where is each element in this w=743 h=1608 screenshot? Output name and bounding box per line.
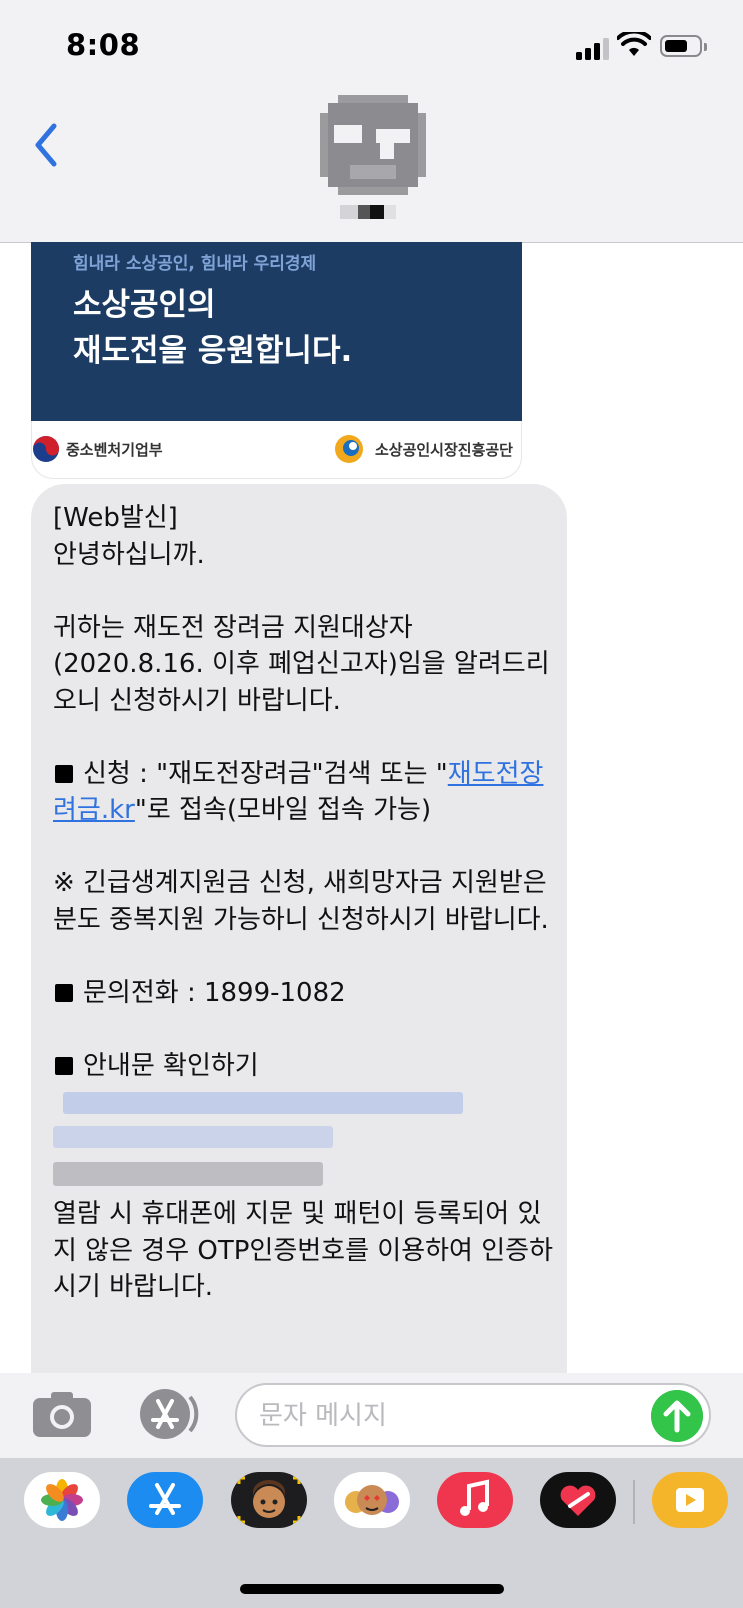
conversation-header <box>0 95 743 243</box>
camera-icon[interactable] <box>31 1389 93 1439</box>
contact-avatar[interactable] <box>320 95 426 195</box>
message-note: ※ 긴급생계지원금 신청, 새희망자금 지원받은분도 중복지원 가능하니 신청하… <box>53 868 549 935</box>
message-greeting: 안녕하십니까. <box>53 539 205 570</box>
tray-divider <box>633 1480 635 1524</box>
agency-logo: 소상공인시장진흥공단 <box>331 433 513 465</box>
ministry-name: 중소벤처기업부 <box>66 440 163 459</box>
square-bullet-icon <box>55 983 73 1002</box>
message-input[interactable] <box>257 1393 641 1439</box>
message-target-notice: 귀하는 재도전 장려금 지원대상자 (2020.8.16. 이후 폐업신고자)임… <box>53 612 550 716</box>
home-indicator[interactable] <box>240 1584 504 1594</box>
message-input-field[interactable] <box>235 1383 711 1447</box>
ministry-logo: 중소벤처기업부 <box>32 435 163 463</box>
status-time: 8:08 <box>66 28 141 62</box>
memoji-icon[interactable] <box>231 1472 307 1528</box>
agency-emblem-icon <box>334 435 363 463</box>
compose-bar <box>0 1373 743 1458</box>
message-guide: 안내문 확인하기 <box>53 1048 553 1085</box>
banner-logos: 중소벤처기업부 소상공인시장진흥공단 <box>31 421 522 479</box>
status-bar: 8:08 <box>0 0 743 95</box>
battery-icon <box>660 35 707 57</box>
message-phone: 문의전화 : 1899-1082 <box>53 975 553 1012</box>
memoji-stickers-icon[interactable] <box>334 1472 410 1528</box>
back-chevron-icon[interactable] <box>28 120 68 170</box>
blurred-guide-link[interactable] <box>53 1086 553 1196</box>
app-store-icon[interactable] <box>127 1472 203 1528</box>
app-drawer <box>0 1458 743 1608</box>
message-text: [Web발신] 안녕하십니까. 귀하는 재도전 장려금 지원대상자 (2020.… <box>53 500 553 1306</box>
cellular-signal-icon <box>576 36 610 60</box>
message-bubble[interactable]: [Web발신] 안녕하십니까. 귀하는 재도전 장려금 지원대상자 (2020.… <box>31 484 567 1384</box>
video-app-icon[interactable] <box>652 1472 728 1528</box>
digital-touch-icon[interactable] <box>540 1472 616 1528</box>
wifi-icon <box>617 32 651 56</box>
app-store-icon[interactable] <box>133 1387 201 1441</box>
square-bullet-icon <box>55 1056 73 1075</box>
banner-title: 소상공인의 재도전을 응원합니다. <box>73 287 353 369</box>
contact-name-pixelated[interactable] <box>340 205 396 219</box>
send-arrow-icon[interactable] <box>651 1390 703 1442</box>
taegeuk-icon <box>33 436 59 462</box>
music-icon[interactable] <box>437 1472 513 1528</box>
message-header: [Web발신] <box>53 503 178 533</box>
photos-icon[interactable] <box>24 1472 100 1528</box>
banner-image[interactable]: 힘내라 소상공인, 힘내라 우리경제 소상공인의 재도전을 응원합니다. <box>31 242 522 421</box>
banner-subtitle: 힘내라 소상공인, 힘내라 우리경제 <box>73 254 317 274</box>
message-closing: 열람 시 휴대폰에 지문 및 패턴이 등록되어 있지 않은 경우 OTP인증번호… <box>53 1199 553 1302</box>
message-apply: 신청 : "재도전장려금"검색 또는 "재도전장려금.kr"로 접속(모바일 접… <box>53 758 544 826</box>
agency-name: 소상공인시장진흥공단 <box>374 440 513 459</box>
square-bullet-icon <box>55 764 73 783</box>
